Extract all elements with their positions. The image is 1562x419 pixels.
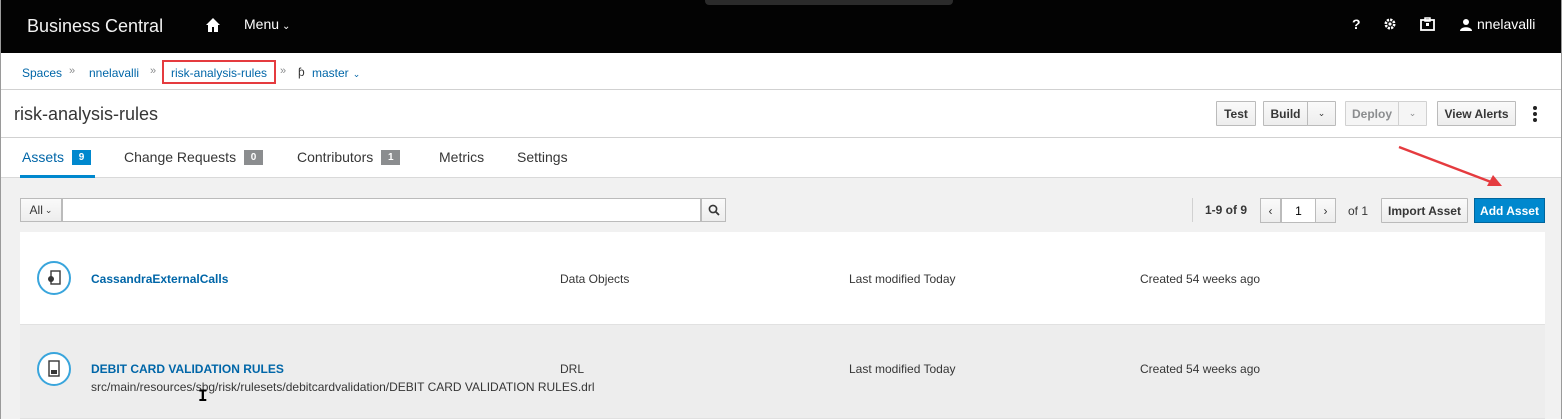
tab-label: Settings [517, 149, 568, 165]
kebab-menu-icon[interactable] [1533, 106, 1537, 122]
branch-icon: ƥ [298, 65, 305, 79]
top-navbar: Business Central Menu ⌄ ? nnelavalli [1, 0, 1561, 53]
tab-settings[interactable]: Settings [517, 149, 568, 165]
build-dropdown-button[interactable]: ⌄ [1307, 101, 1336, 126]
user-icon [1460, 18, 1472, 31]
breadcrumb-project[interactable]: risk-analysis-rules [171, 66, 267, 80]
breadcrumb-space[interactable]: nnelavalli [89, 66, 139, 80]
window-notch [705, 0, 953, 5]
search-icon [708, 204, 720, 216]
user-menu[interactable]: nnelavalli [1460, 16, 1535, 32]
app-brand[interactable]: Business Central [27, 16, 163, 37]
search-input[interactable] [62, 198, 701, 222]
asset-modified: Last modified Today [849, 272, 956, 286]
asset-created: Created 54 weeks ago [1140, 272, 1261, 286]
annotation-arrow-icon [1398, 145, 1502, 186]
filter-select[interactable]: All ⌄ [20, 198, 62, 222]
search-button[interactable] [701, 198, 726, 222]
deploy-dropdown-button[interactable]: ⌄ [1398, 101, 1427, 126]
tab-assets[interactable]: Assets 9 [22, 149, 92, 165]
tab-label: Assets [22, 149, 65, 165]
chevron-down-icon: ⌄ [1408, 108, 1417, 118]
list-item[interactable]: CassandraExternalCalls Data Objects Last… [20, 232, 1545, 325]
breadcrumb-branch[interactable]: master ⌄ [312, 66, 360, 80]
user-name: nnelavalli [1477, 16, 1536, 32]
asset-type: Data Objects [560, 272, 630, 286]
asset-name-link[interactable]: DEBIT CARD VALIDATION RULES [91, 362, 284, 376]
tab-label: Metrics [439, 149, 485, 165]
asset-created: Created 54 weeks ago [1140, 362, 1261, 376]
menu-dropdown[interactable]: Menu ⌄ [244, 16, 290, 32]
breadcrumb-separator: » [150, 65, 157, 77]
prev-page-button[interactable]: ‹ [1260, 198, 1281, 223]
page-number-input[interactable] [1281, 198, 1316, 223]
breadcrumb-separator: » [69, 65, 76, 77]
breadcrumb-spaces[interactable]: Spaces [22, 66, 62, 80]
breadcrumb-separator: » [280, 65, 287, 77]
tab-change-requests[interactable]: Change Requests 0 [124, 149, 264, 165]
test-button[interactable]: Test [1216, 101, 1256, 126]
asset-modified: Last modified Today [849, 362, 956, 376]
help-icon[interactable]: ? [1352, 16, 1361, 32]
count-badge: 1 [381, 149, 401, 165]
chevron-down-icon: ⌄ [44, 204, 53, 215]
project-tabs: Assets 9 Change Requests 0 Contributors … [1, 138, 1561, 178]
pagination-range: 1-9 of 9 [1205, 203, 1248, 217]
total-pages-label: of 1 [1348, 204, 1369, 218]
drl-file-icon [37, 352, 71, 386]
tab-label: Change Requests [124, 149, 237, 165]
count-badge: 9 [72, 149, 92, 165]
chevron-down-icon: ⌄ [1317, 108, 1326, 118]
asset-name-link[interactable]: CassandraExternalCalls [91, 272, 228, 286]
briefcase-icon[interactable] [1420, 17, 1435, 31]
chevron-left-icon: ‹ [1268, 203, 1273, 218]
asset-path: src/main/resources/sbg/risk/rulesets/deb… [91, 380, 595, 394]
chevron-right-icon: › [1323, 203, 1328, 218]
deploy-button[interactable]: Deploy [1345, 101, 1399, 126]
gear-icon[interactable] [1383, 17, 1397, 31]
page-title: risk-analysis-rules [14, 104, 159, 124]
filter-label: All [29, 203, 43, 217]
list-item[interactable]: DEBIT CARD VALIDATION RULES src/main/res… [20, 325, 1545, 419]
divider [1192, 198, 1193, 222]
tab-contributors[interactable]: Contributors 1 [297, 149, 401, 165]
menu-label: Menu [244, 16, 280, 32]
data-object-icon [37, 261, 71, 295]
breadcrumb: Spaces » nnelavalli » risk-analysis-rule… [1, 53, 1561, 90]
next-page-button[interactable]: › [1315, 198, 1336, 223]
tab-metrics[interactable]: Metrics [439, 149, 484, 165]
asset-type: DRL [560, 362, 585, 376]
import-asset-button[interactable]: Import Asset [1381, 198, 1468, 223]
branch-label: master [312, 66, 349, 80]
count-badge: 0 [244, 149, 264, 165]
build-button[interactable]: Build [1263, 101, 1308, 126]
chevron-down-icon: ⌄ [352, 69, 361, 79]
add-asset-button[interactable]: Add Asset [1474, 198, 1545, 223]
tab-label: Contributors [297, 149, 374, 165]
chevron-down-icon: ⌄ [282, 21, 291, 32]
home-icon[interactable] [205, 17, 221, 33]
text-cursor-icon: І [198, 386, 208, 405]
view-alerts-button[interactable]: View Alerts [1437, 101, 1516, 126]
